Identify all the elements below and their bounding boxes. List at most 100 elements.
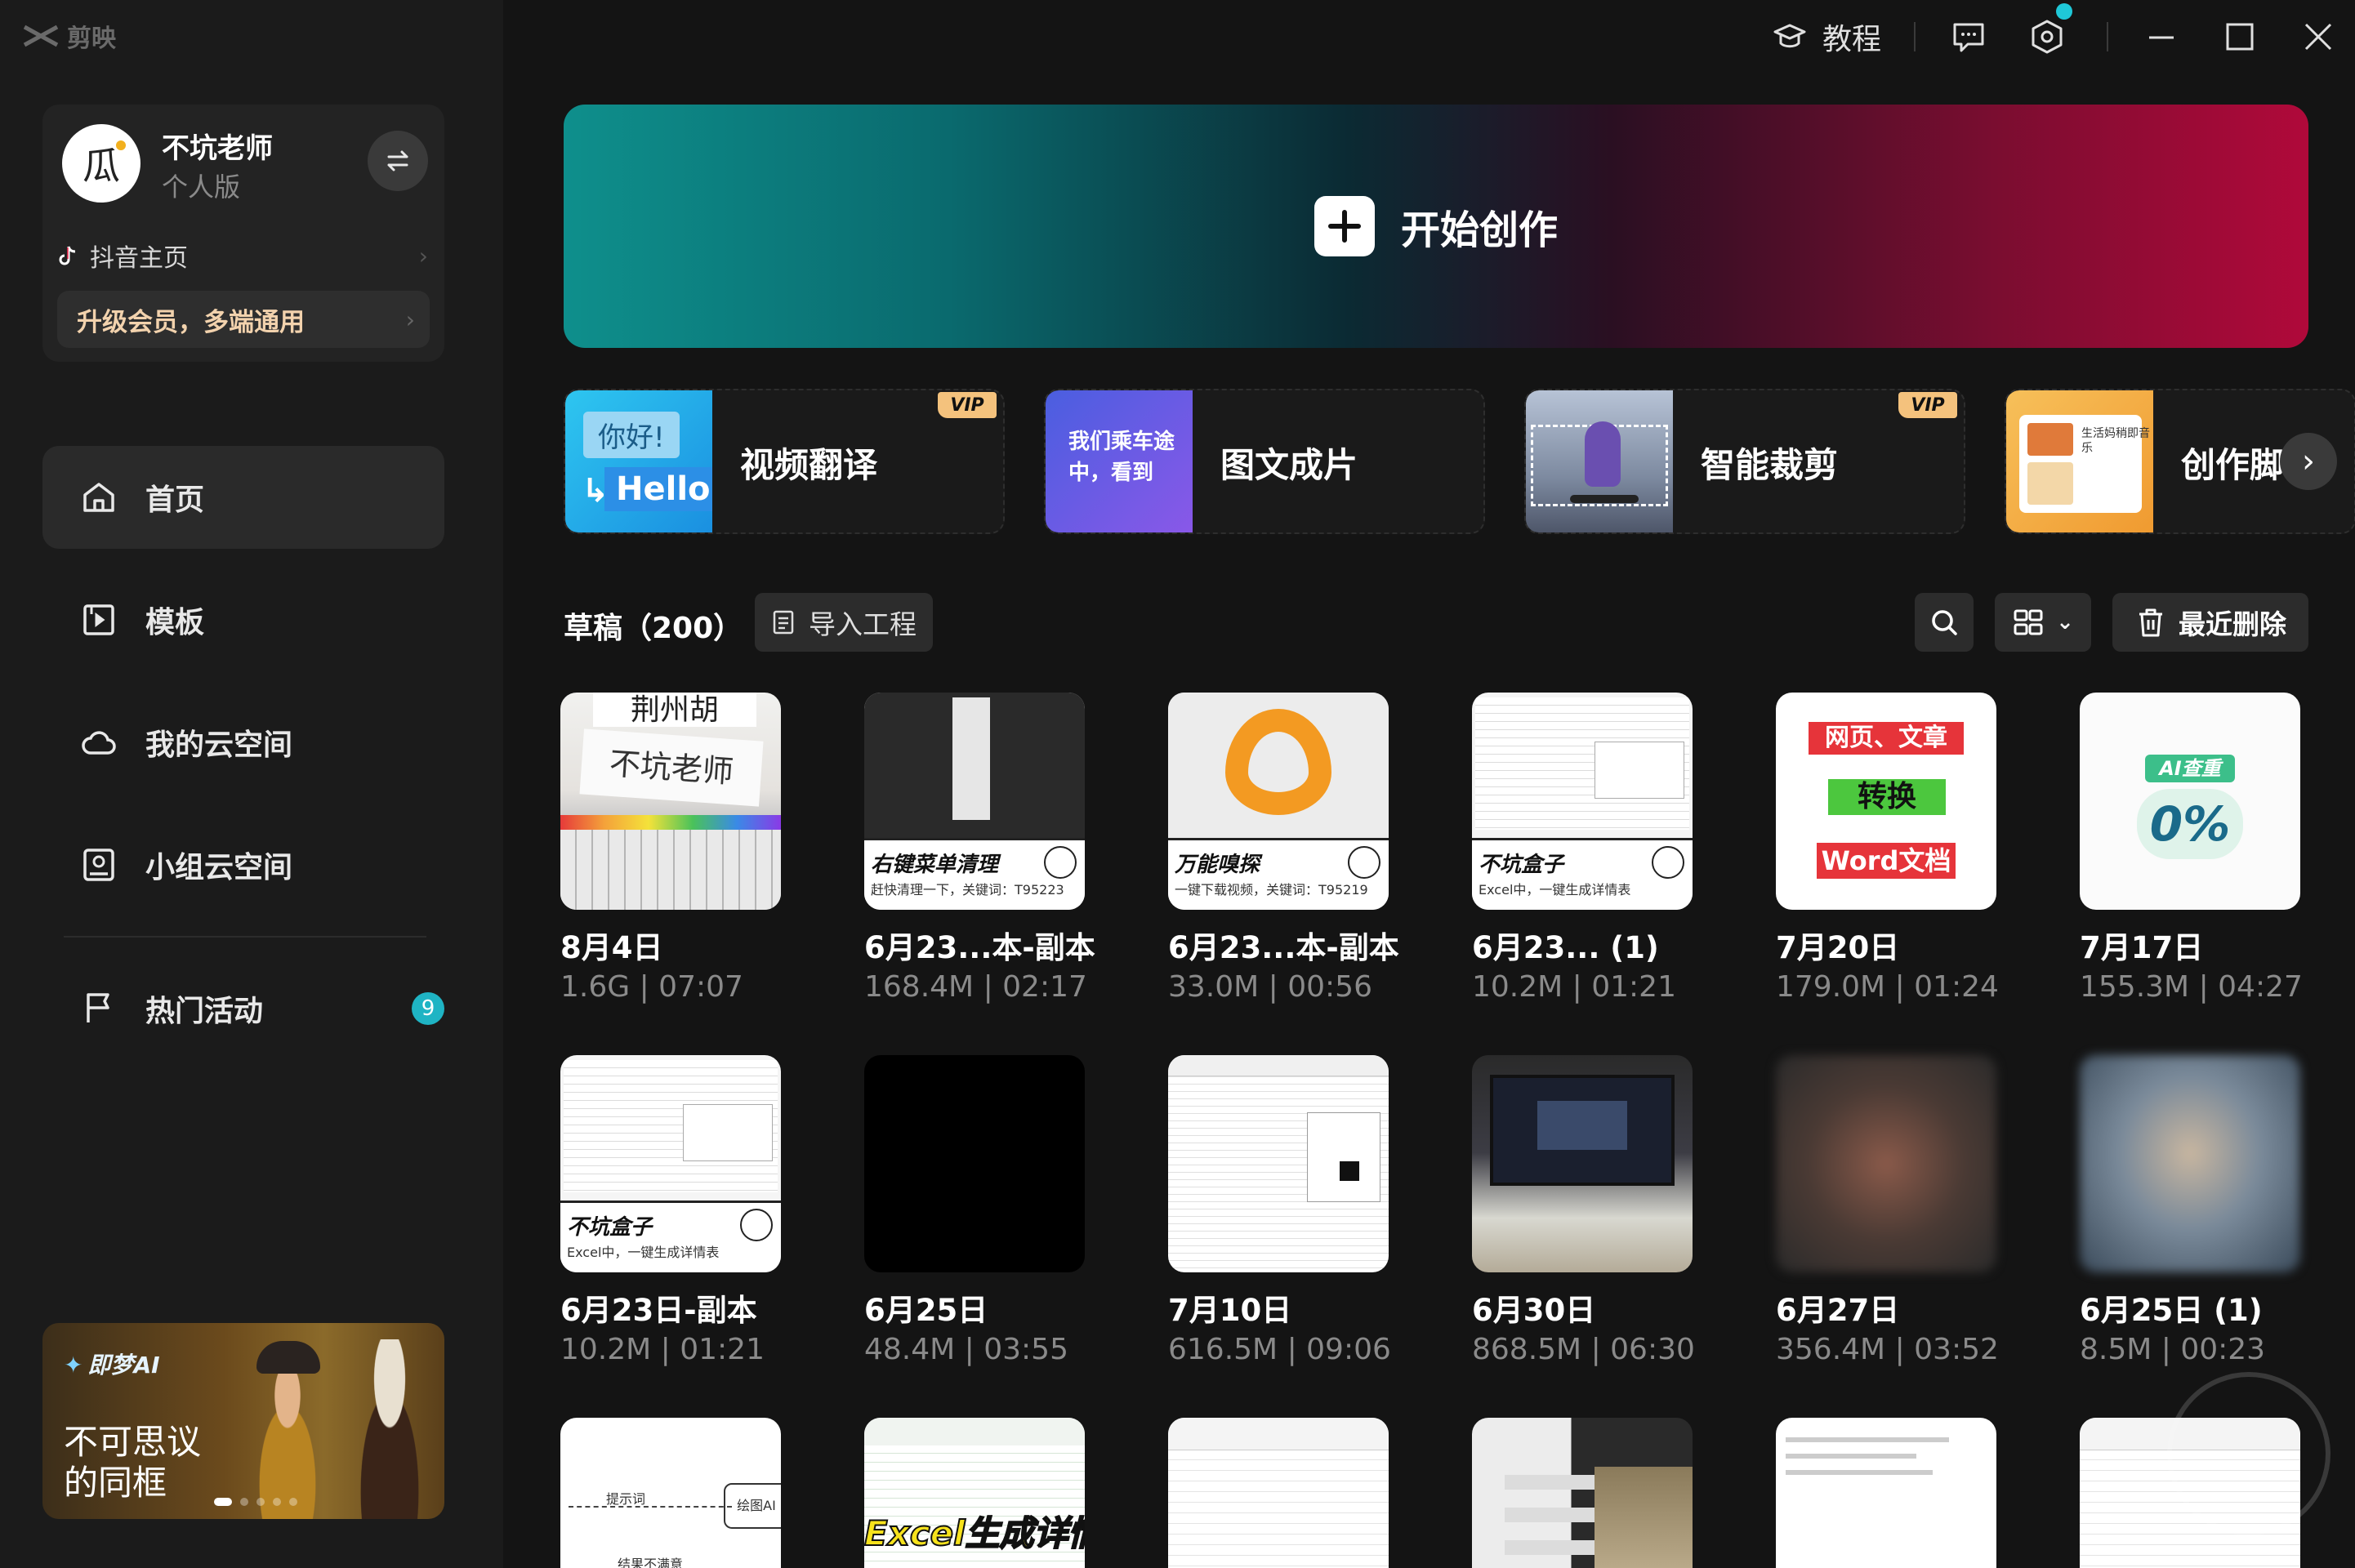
tool-thumbnail: 生活妈稍即音乐 — [2006, 390, 2153, 532]
draft-card[interactable]: 7月10日 616.5M | 09:06 — [1168, 1055, 1391, 1366]
draft-title: 8月4日 — [560, 930, 663, 965]
draft-thumbnail — [2080, 1055, 2300, 1272]
draft-thumbnail — [1472, 1055, 1693, 1272]
user-plan: 个人版 — [162, 172, 241, 203]
minimize-icon — [2149, 36, 2174, 39]
cloud-icon — [82, 731, 116, 755]
tool-thumbnail: 我们乘车途中，看到 — [1046, 390, 1193, 532]
swap-icon — [387, 150, 408, 172]
sidebar-item-hot-events[interactable]: 热门活动 9 — [42, 957, 444, 1060]
flag-icon — [87, 993, 109, 1022]
draft-title: 7月17日 — [2080, 930, 2204, 965]
draft-card[interactable] — [1776, 1418, 1996, 1568]
draft-card[interactable]: 6月30日 868.5M | 06:30 — [1472, 1055, 1695, 1366]
draft-card[interactable]: 提示词 绘图AI 结果不满意 — [560, 1418, 781, 1568]
draft-card[interactable]: 万能嗅探 一键下载视频，关键词：T95219 6月23...本-副本 33.0M… — [1168, 693, 1399, 1004]
user-name: 不坑老师 — [162, 132, 273, 165]
carousel-dots[interactable] — [214, 1498, 297, 1506]
sidebar-nav: 首页 模板 我的云空间 小组云空间 热门活动 9 — [42, 446, 444, 1080]
draft-meta: 10.2M | 01:21 — [1472, 970, 1676, 1004]
tool-label: 图文成片 — [1220, 445, 1358, 485]
draft-card[interactable] — [1168, 1418, 1389, 1568]
settings-icon — [2032, 20, 2063, 54]
chevron-right-icon: › — [405, 305, 415, 333]
maximize-icon — [2226, 23, 2254, 51]
import-project-button[interactable]: 导入工程 — [755, 593, 933, 652]
tool-video-translate[interactable]: 你好! ↳ Hello 视频翻译 VIP — [564, 389, 1005, 534]
sidebar-item-home[interactable]: 首页 — [42, 446, 444, 549]
toolbar-divider — [1914, 22, 1916, 51]
draft-card[interactable]: 荆州胡 不坑老师 8月4日 1.6G | 07:07 — [560, 693, 781, 1004]
app-name: 剪映 — [67, 24, 116, 53]
maximize-button[interactable] — [2221, 18, 2259, 56]
capcut-logo-icon — [23, 24, 59, 47]
start-creation-label: 开始创作 — [1400, 207, 1558, 253]
notification-badge: 9 — [412, 992, 444, 1025]
draft-card[interactable]: Excel生成详情 — [864, 1418, 1085, 1568]
minimize-button[interactable] — [2143, 18, 2180, 56]
sidebar-item-label: 热门活动 — [145, 995, 264, 1028]
close-button[interactable] — [2299, 18, 2337, 56]
draft-meta: 868.5M | 06:30 — [1472, 1333, 1695, 1366]
promo-brand: ✦ 即梦AI — [64, 1352, 160, 1379]
tool-label: 创作脚 — [2181, 445, 2285, 485]
chevron-right-icon: › — [2302, 443, 2315, 480]
upgrade-banner[interactable]: 升级会员，多端通用 › — [57, 291, 430, 348]
draft-thumbnail: 提示词 绘图AI 结果不满意 — [560, 1418, 781, 1568]
user-card: 瓜 不坑老师 个人版 抖音主页 › 升级会员，多端通用 › — [42, 105, 444, 362]
import-label: 导入工程 — [809, 608, 917, 640]
draft-meta: 155.3M | 04:27 — [2080, 970, 2303, 1004]
sidebar-item-group-cloud[interactable]: 小组云空间 — [42, 813, 444, 916]
avatar[interactable]: 瓜 — [62, 124, 140, 203]
draft-title: 6月25日 (1) — [2080, 1293, 2263, 1328]
feedback-button[interactable] — [1950, 18, 1987, 56]
switch-account-button[interactable] — [368, 131, 428, 191]
scroll-right-button[interactable]: › — [2280, 433, 2337, 490]
sidebar-item-label: 小组云空间 — [145, 851, 293, 884]
promo-banner[interactable]: ✦ 即梦AI 不可思议 的同框 — [42, 1323, 444, 1519]
draft-title: 6月25日 — [864, 1293, 988, 1328]
trash-icon — [2139, 608, 2162, 637]
settings-button[interactable] — [2028, 3, 2072, 56]
app-logo: 剪映 — [23, 18, 116, 54]
draft-card[interactable]: 6月27日 356.4M | 03:52 — [1776, 1055, 1999, 1366]
douyin-home-link[interactable]: 抖音主页 › — [56, 235, 428, 276]
nav-divider — [64, 936, 426, 938]
draft-title: 6月30日 — [1472, 1293, 1596, 1328]
draft-card[interactable]: 网页、文章 转换 Word文档 7月20日 179.0M | 01:24 — [1776, 693, 1999, 1004]
tool-label: 视频翻译 — [740, 445, 878, 485]
draft-thumbnail: 不坑盒子 Excel中，一键生成详情表 — [1472, 693, 1693, 910]
tutorial-button[interactable]: 教程 — [1772, 16, 1881, 58]
search-button[interactable] — [1915, 593, 1974, 652]
sidebar-item-my-cloud[interactable]: 我的云空间 — [42, 691, 444, 794]
tool-smart-crop[interactable]: 智能裁剪 VIP — [1524, 389, 1965, 534]
update-dot — [2056, 3, 2072, 20]
draft-card[interactable]: 6月25日 (1) 8.5M | 00:23 — [2080, 1055, 2300, 1366]
draft-card[interactable] — [1472, 1418, 1693, 1568]
draft-thumbnail — [1168, 1055, 1389, 1272]
search-icon — [1932, 610, 1957, 635]
start-creation-button[interactable]: 开始创作 — [564, 105, 2308, 348]
title-bar: 教程 — [1772, 0, 2355, 74]
douyin-icon — [59, 246, 76, 265]
recently-deleted-button[interactable]: 最近删除 — [2112, 593, 2308, 652]
draft-card[interactable]: 不坑盒子 Excel中，一键生成详情表 6月23... (1) 10.2M | … — [1472, 693, 1693, 1004]
draft-card[interactable]: 不坑盒子 Excel中，一键生成详情表 6月23日-副本 10.2M | 01:… — [560, 1055, 781, 1366]
drafts-title: 草稿（200） — [564, 612, 743, 645]
sidebar-item-label: 我的云空间 — [145, 728, 293, 762]
draft-thumbnail: 右键菜单清理 赶快清理一下，关键词：T95223 — [864, 693, 1085, 910]
draft-card[interactable]: AI查重 0% 7月17日 155.3M | 04:27 — [2080, 693, 2303, 1004]
draft-meta: 10.2M | 01:21 — [560, 1333, 765, 1366]
draft-meta: 616.5M | 09:06 — [1168, 1333, 1391, 1366]
tool-shortcuts: 你好! ↳ Hello 视频翻译 VIP 我们乘车途中，看到 图文成片 智能裁剪… — [564, 389, 2355, 534]
draft-card[interactable]: 6月25日 48.4M | 03:55 — [864, 1055, 1085, 1366]
draft-card[interactable]: 右键菜单清理 赶快清理一下，关键词：T95223 6月23...本-副本 168… — [864, 693, 1095, 1004]
draft-meta: 48.4M | 03:55 — [864, 1333, 1068, 1366]
close-icon — [2304, 23, 2332, 51]
draft-meta: 179.0M | 01:24 — [1776, 970, 1999, 1004]
plus-icon — [1314, 196, 1375, 256]
upgrade-label: 升级会员，多端通用 — [77, 307, 305, 337]
tool-text-to-video[interactable]: 我们乘车途中，看到 图文成片 — [1044, 389, 1485, 534]
sidebar-item-template[interactable]: 模板 — [42, 568, 444, 671]
view-mode-button[interactable]: ⌄ — [1995, 593, 2091, 652]
